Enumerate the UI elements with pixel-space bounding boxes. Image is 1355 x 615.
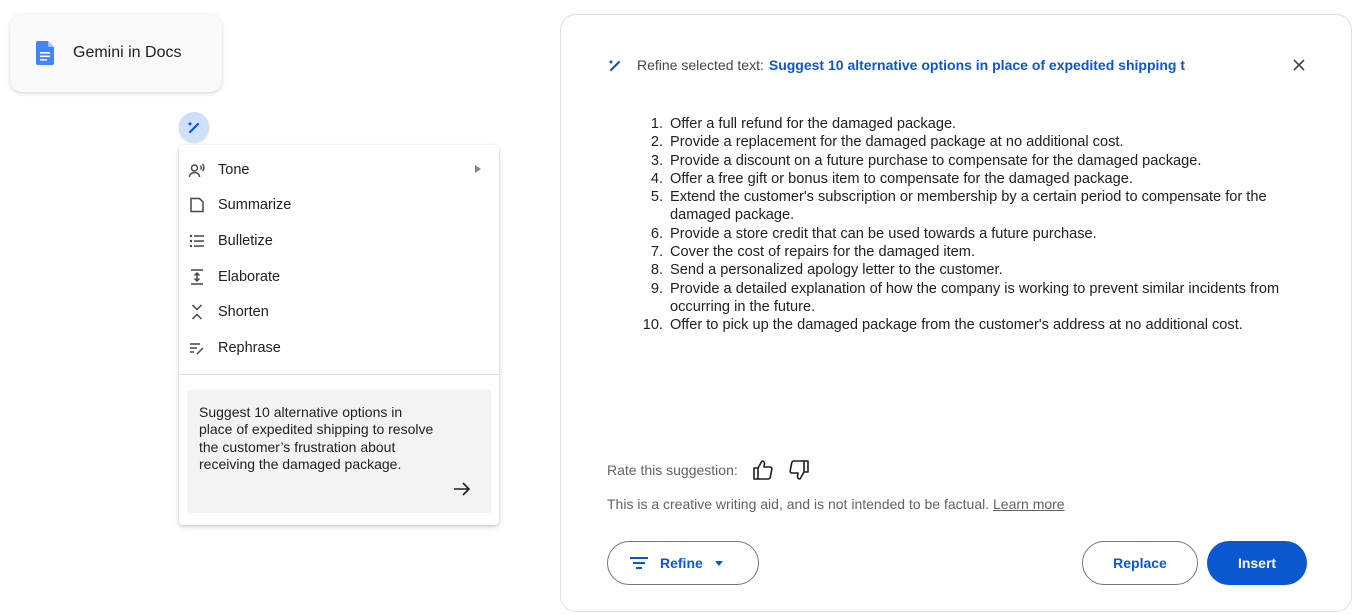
menu-item-shorten[interactable]: Shorten xyxy=(179,294,499,330)
bulletize-icon xyxy=(188,232,206,250)
learn-more-link[interactable]: Learn more xyxy=(993,496,1065,512)
sparkle-pen-icon xyxy=(187,121,200,134)
rate-row: Rate this suggestion: xyxy=(607,459,810,481)
close-button[interactable] xyxy=(1288,54,1310,76)
chip-label: Gemini in Docs xyxy=(73,44,182,61)
refine-button[interactable]: Refine xyxy=(607,541,759,585)
list-item: 9. Provide a detailed explanation of how … xyxy=(650,280,1280,315)
list-item: 10. Offer to pick up the damaged package … xyxy=(642,317,1243,334)
thumbs-down-icon[interactable] xyxy=(788,459,810,481)
menu-item-label: Rephrase xyxy=(218,339,281,356)
summarize-icon xyxy=(188,196,206,214)
refine-panel: Refine selected text: Suggest 10 alterna… xyxy=(560,14,1352,612)
rephrase-icon xyxy=(188,339,206,357)
docs-icon xyxy=(36,41,54,65)
thumbs-up-icon[interactable] xyxy=(752,459,774,481)
disclaimer: This is a creative writing aid, and is n… xyxy=(607,496,1065,512)
shorten-icon xyxy=(188,303,206,321)
list-item: 5. Extend the customer's subscription or … xyxy=(650,189,1267,224)
menu-item-label: Elaborate xyxy=(218,268,281,285)
panel-header: Refine selected text: Suggest 10 alterna… xyxy=(607,55,1185,75)
menu-divider xyxy=(179,374,499,375)
menu-item-rephrase[interactable]: Rephrase xyxy=(179,330,499,366)
close-icon xyxy=(1293,59,1305,71)
gemini-in-docs-chip: Gemini in Docs xyxy=(10,14,222,92)
elaborate-icon xyxy=(188,268,206,286)
menu-item-label: Tone xyxy=(218,161,250,178)
list-item: 2. Provide a replacement for the damaged … xyxy=(650,134,1124,151)
prompt-box[interactable]: Suggest 10 alternative options in place … xyxy=(187,390,491,513)
disclaimer-text: This is a creative writing aid, and is n… xyxy=(607,496,990,512)
suggestion-list: 1. Offer a full refund for the damaged pa… xyxy=(637,115,1327,335)
sparkle-pen-icon xyxy=(607,57,623,73)
header-query: Suggest 10 alternative options in place … xyxy=(768,57,1186,73)
menu-item-elaborate[interactable]: Elaborate xyxy=(179,259,499,295)
prompt-text: Suggest 10 alternative options in place … xyxy=(199,404,434,473)
arrow-right-icon[interactable] xyxy=(453,481,471,497)
list-item: 6. Provide a store credit that can be use… xyxy=(650,225,1097,242)
list-item: 3. Provide a discount on a future purchas… xyxy=(650,152,1202,169)
refine-menu: Tone Summarize Bulletize Elaborate Short… xyxy=(179,145,499,525)
menu-item-label: Shorten xyxy=(218,304,269,321)
list-item: 4. Offer a free gift or bonus item to com… xyxy=(650,170,1133,187)
rate-label: Rate this suggestion: xyxy=(607,462,738,478)
header-label: Refine selected text: xyxy=(637,57,764,73)
submenu-arrow-icon xyxy=(475,165,481,173)
insert-button[interactable]: Insert xyxy=(1207,541,1307,585)
replace-button[interactable]: Replace xyxy=(1082,541,1198,585)
refine-label: Refine xyxy=(660,555,703,571)
menu-item-summarize[interactable]: Summarize xyxy=(179,188,499,224)
help-me-write-button[interactable] xyxy=(179,112,209,142)
list-item: 7. Cover the cost of repairs for the dama… xyxy=(650,244,975,261)
list-item: 1. Offer a full refund for the damaged pa… xyxy=(650,116,957,132)
list-item: 8. Send a personalized apology letter to … xyxy=(650,262,1003,279)
menu-item-label: Bulletize xyxy=(218,232,273,249)
menu-item-label: Summarize xyxy=(218,197,292,214)
tone-icon xyxy=(188,161,206,179)
filter-icon xyxy=(630,557,648,569)
menu-item-tone[interactable]: Tone xyxy=(179,152,499,188)
menu-item-bulletize[interactable]: Bulletize xyxy=(179,223,499,259)
caret-down-icon xyxy=(714,560,723,566)
